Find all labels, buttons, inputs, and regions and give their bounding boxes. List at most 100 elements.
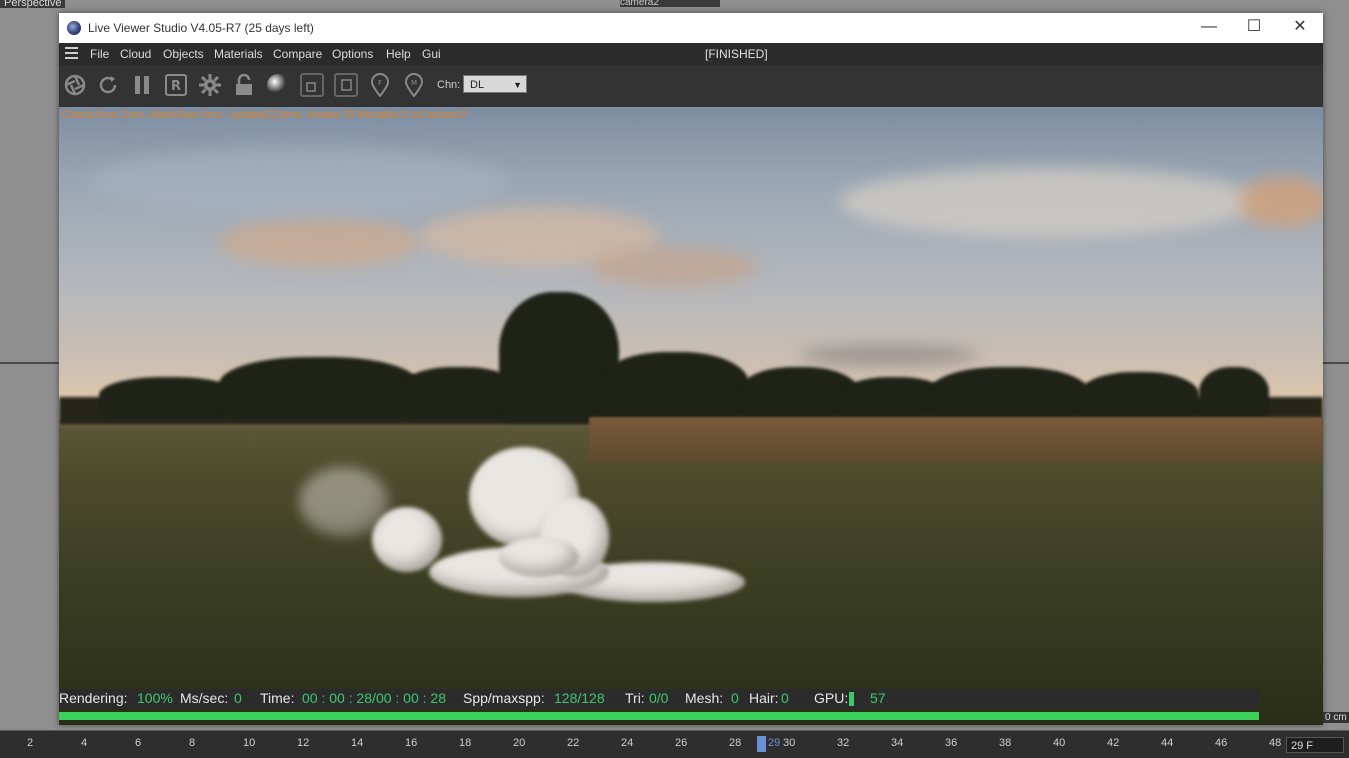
pause-icon[interactable]	[130, 73, 154, 97]
timeline-tick: 4	[81, 737, 88, 749]
tree	[599, 352, 749, 422]
timeline-tick: 16	[405, 737, 418, 749]
tree	[1199, 367, 1269, 422]
tree	[99, 377, 239, 417]
lock-icon[interactable]	[232, 73, 256, 97]
timeline-tick: 28	[729, 737, 742, 749]
timeline-playhead[interactable]	[757, 736, 766, 752]
sky-cloud	[219, 217, 419, 267]
rendering-label: Rendering:	[59, 690, 128, 706]
channel-select[interactable]: DL ▼	[463, 75, 527, 93]
menu-help[interactable]: Help	[386, 47, 411, 61]
aperture-icon[interactable]	[63, 73, 87, 97]
mssec-value: 0	[234, 690, 242, 706]
toolbar: R F M Chn: DL ▼	[59, 65, 1323, 107]
material-sphere-icon[interactable]	[266, 73, 290, 97]
timeline-tick: 10	[243, 737, 256, 749]
smoke-volume	[499, 537, 579, 577]
timeline-tick: 24	[621, 737, 634, 749]
timeline-tick: 48	[1269, 737, 1282, 749]
timeline-tick: 22	[567, 737, 580, 749]
title-bar[interactable]: Live Viewer Studio V4.05-R7 (25 days lef…	[59, 13, 1323, 43]
hair-label: Hair:	[749, 690, 779, 706]
channel-select-value: DL	[470, 79, 485, 91]
render-view[interactable]: Check:0ms./1ms. MeshGen:0ms. Update[C]:0…	[59, 107, 1323, 725]
tri-value: 0/0	[649, 690, 669, 706]
sky-cloud	[799, 345, 979, 365]
timeline-tick: 20	[513, 737, 526, 749]
timeline-tick: 18	[459, 737, 472, 749]
region-render-icon[interactable]: R	[164, 73, 188, 97]
channel-label: Chn:	[437, 79, 461, 91]
menu-bar: File Cloud Objects Materials Compare Opt…	[59, 43, 1323, 65]
timeline-tick: 6	[135, 737, 142, 749]
gpu-label: GPU:	[814, 690, 849, 706]
unit-label: 0 cm	[1323, 712, 1349, 723]
maximize-button[interactable]: ☐	[1231, 13, 1277, 43]
hamburger-menu-icon[interactable]	[65, 47, 78, 59]
menu-cloud[interactable]: Cloud	[120, 47, 151, 61]
sky-cloud	[1239, 177, 1323, 227]
timeline-tick: 29	[768, 737, 781, 749]
sky-cloud	[839, 167, 1259, 237]
timeline[interactable]: 2 4 6 8 10 12 14 16 18 20 22 24 26 28 29 30 32 34 36 38 40 42…	[0, 730, 1349, 758]
render-state-label: [FINISHED]	[705, 47, 768, 61]
mesh-label: Mesh:	[685, 690, 724, 706]
timeline-tick: 46	[1215, 737, 1228, 749]
spp-value: 128/128	[554, 690, 605, 706]
gpu-value: 57	[870, 690, 886, 706]
live-viewer-window: Live Viewer Studio V4.05-R7 (25 days lef…	[59, 13, 1323, 725]
chevron-down-icon: ▼	[513, 80, 522, 90]
timeline-tick: 14	[351, 737, 364, 749]
smoke-volume	[299, 467, 389, 537]
tri-label: Tri:	[625, 690, 645, 706]
rendering-value: 100%	[137, 690, 173, 706]
mssec-label: Ms/sec:	[180, 690, 229, 706]
tree	[219, 357, 419, 417]
menu-compare[interactable]: Compare	[273, 47, 322, 61]
timeline-tick: 34	[891, 737, 904, 749]
camera-name-label: camera2	[620, 0, 720, 7]
debug-info: Check:0ms./1ms. MeshGen:0ms. Update[C]:0…	[62, 109, 467, 121]
time-value: 00 : 00 : 28/00 : 00 : 28	[302, 690, 446, 706]
focus-pin-icon[interactable]: F	[368, 73, 392, 97]
menu-objects[interactable]: Objects	[163, 47, 204, 61]
timeline-tick: 2	[27, 737, 34, 749]
timeline-tick: 44	[1161, 737, 1174, 749]
timeline-tick: 8	[189, 737, 196, 749]
gpu-meter	[849, 692, 854, 706]
settings-gear-icon[interactable]	[198, 73, 222, 97]
timeline-tick: 30	[783, 737, 796, 749]
viewport-divider-right	[1323, 362, 1349, 364]
frame-icon[interactable]	[300, 73, 324, 97]
viewport-divider-left	[0, 362, 59, 364]
refresh-icon[interactable]	[96, 73, 120, 97]
svg-text:M: M	[411, 79, 417, 87]
frame-icon-2[interactable]	[334, 73, 358, 97]
material-pin-icon[interactable]: M	[402, 73, 426, 97]
menu-options[interactable]: Options	[332, 47, 373, 61]
tree	[929, 367, 1089, 422]
menu-file[interactable]: File	[90, 47, 109, 61]
timeline-tick: 32	[837, 737, 850, 749]
timeline-tick: 38	[999, 737, 1012, 749]
mesh-value: 0	[731, 690, 739, 706]
timeline-tick: 42	[1107, 737, 1120, 749]
frame-field[interactable]: 29 F	[1286, 737, 1344, 753]
render-status-bar: Rendering: 100% Ms/sec: 0 Time: 00 : 00 …	[59, 689, 1259, 709]
menu-materials[interactable]: Materials	[214, 47, 263, 61]
window-title: Live Viewer Studio V4.05-R7 (25 days lef…	[88, 21, 314, 35]
close-button[interactable]: ✕	[1277, 13, 1323, 43]
minimize-button[interactable]: —	[1186, 13, 1232, 43]
app-icon	[67, 21, 81, 35]
spp-label: Spp/maxspp:	[463, 690, 545, 706]
sky-cloud	[589, 247, 759, 287]
svg-text:F: F	[378, 79, 382, 87]
tree	[1079, 372, 1199, 422]
render-progress-fill	[59, 712, 1259, 720]
sky-cloud	[89, 147, 509, 217]
render-progress-bar	[59, 712, 1259, 720]
timeline-tick: 26	[675, 737, 688, 749]
menu-gui[interactable]: Gui	[422, 47, 441, 61]
timeline-tick: 36	[945, 737, 958, 749]
